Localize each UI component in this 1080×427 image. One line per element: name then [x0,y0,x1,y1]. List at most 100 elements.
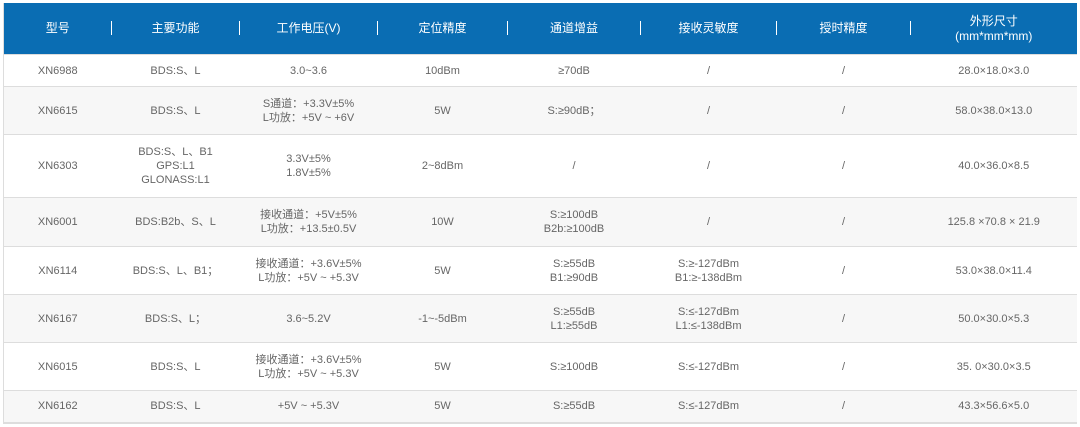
cell-sensitivity: / [640,86,777,135]
cell-text: S:≥100dB [549,209,599,221]
cell-text: S通道：+3.3V±5% [262,97,355,110]
header-timing: 授时精度 [776,3,911,55]
header-function: 主要功能 [111,3,240,55]
cell-text: L功放：+5V ~ +5.3V [258,271,359,284]
cell-text: / [841,264,846,277]
cell-text: B1:≥90dB [549,271,599,284]
cell-text: 2~8dBm [421,160,464,172]
cell-text: / [572,160,576,172]
cell-sensitivity: / [640,197,777,247]
cell-text: L功放：+5V ~ +5.3V [258,367,359,380]
header-model: 型号 [3,3,112,55]
cell-text: S:≤-127dBm [677,400,740,413]
cell-timing: / [776,246,911,295]
table-row: XN6167 BDS:S、L； 3.6~5.2V -1~-5dBm S:≥55dB L1:… [3,294,1077,343]
cell-accuracy: 5W [377,86,508,135]
cell-accuracy: 2~8dBm [377,134,508,198]
cell-size: 58.0×38.0×13.0 [910,86,1077,135]
cell-text: / [706,160,711,172]
cell-text: 1.8V±5% [286,167,331,179]
cell-text: 5W [434,360,451,373]
table-row: XN6988 BDS:S、L 3.0~3.6 10dBm ≥70dB / / 28.0×18.… [3,54,1077,87]
cell-size: 125.8 ×70.8 × 21.9 [910,197,1077,247]
header-size: 外形尺寸 (mm*mm*mm) [910,3,1077,55]
cell-text: -1~-5dBm [418,312,467,325]
cell-model: XN6114 [3,246,112,295]
cell-text: S:≥55dB [552,305,596,318]
cell-gain: S:≥100dB [507,342,641,391]
cell-text: XN6988 [37,64,78,77]
cell-text: 10W [431,216,454,228]
cell-text: / [841,160,846,172]
cell-text: 5W [434,104,451,117]
cell-voltage: 3.0~3.6 [239,54,378,87]
cell-text: BDS:S、L [150,360,201,373]
cell-voltage: 接收通道：+3.6V±5% L功放：+5V ~ +5.3V [239,342,378,391]
cell-text: S:≥55dB [552,257,596,270]
cell-gain: S:≥55dB [507,390,641,423]
cell-model: XN6015 [3,342,112,391]
cell-text: 28.0×18.0×3.0 [958,64,1030,77]
cell-timing: / [776,390,911,423]
cell-timing: / [776,54,911,87]
cell-function: BDS:S、L、B1 GPS:L1 GLONASS:L1 [111,134,240,198]
cell-text: S:≥90dB； [547,104,601,117]
cell-text: BDS:S、L、B1 [138,146,213,158]
table-row: XN6015 BDS:S、L 接收通道：+3.6V±5% L功放：+5V ~ +5.3… [3,342,1077,391]
cell-text: BDS:B2b、S、L [135,216,216,228]
header-gain: 通道增益 [507,3,641,55]
cell-text: 3.6~5.2V [286,312,331,325]
cell-text: 5W [434,400,451,413]
cell-voltage: 3.6~5.2V [239,294,378,343]
cell-text: ≥70dB [558,64,590,77]
cell-voltage: S通道：+3.3V±5% L功放：+5V ~ +6V [239,86,378,135]
table-row: XN6162 BDS:S、L +5V ~ +5.3V 5W S:≥55dB S:≤-127… [3,390,1077,423]
cell-accuracy: 5W [377,342,508,391]
cell-gain: / [507,134,641,198]
cell-text: XN6303 [37,160,78,172]
cell-text: 58.0×38.0×13.0 [955,104,1033,117]
cell-model: XN6988 [3,54,112,87]
cell-text: / [706,64,711,77]
cell-accuracy: 10dBm [377,54,508,87]
cell-timing: / [776,342,911,391]
cell-text: XN6162 [37,400,78,413]
cell-text: S:≥-127dBm [677,257,740,270]
cell-text: GLONASS:L1 [141,174,210,186]
header-accuracy: 定位精度 [377,3,508,55]
cell-text: +5V ~ +5.3V [277,400,340,413]
table-row: XN6114 BDS:S、L、B1； 接收通道：+3.6V±5% L功放：+5V ~ … [3,246,1077,295]
cell-text: S:≤-127dBm [677,360,740,373]
cell-text: L1:≤-138dBm [675,319,742,332]
table-row: XN6303 BDS:S、L、B1 GPS:L1 GLONASS:L1 3.3V±5% 1… [3,134,1077,198]
cell-gain: S:≥90dB； [507,86,641,135]
cell-text: 接收通道：+5V±5% [260,209,357,221]
cell-timing: / [776,294,911,343]
cell-text: 3.0~3.6 [289,64,327,77]
cell-text: 43.3×56.6×5.0 [958,400,1030,413]
cell-text: 50.0×30.0×5.3 [958,312,1030,325]
cell-text: / [841,104,846,117]
cell-text: 接收通道：+3.6V±5% [255,257,362,270]
cell-text: / [706,104,711,117]
cell-text: 10dBm [425,64,460,77]
cell-text: S:≥100dB [549,360,599,373]
cell-accuracy: -1~-5dBm [377,294,508,343]
cell-gain: S:≥55dB L1:≥55dB [507,294,641,343]
cell-text: L功放：+5V ~ +6V [262,111,355,124]
cell-accuracy: 10W [377,197,508,247]
cell-function: BDS:S、L、B1； [111,246,240,295]
cell-voltage: 接收通道：+3.6V±5% L功放：+5V ~ +5.3V [239,246,378,295]
cell-size: 40.0×36.0×8.5 [910,134,1077,198]
cell-text: / [841,312,846,325]
cell-text: 40.0×36.0×8.5 [958,160,1030,172]
header-voltage: 工作电压(V) [239,3,378,55]
cell-gain: S:≥55dB B1:≥90dB [507,246,641,295]
header-sensitivity: 接收灵敏度 [640,3,777,55]
cell-accuracy: 5W [377,390,508,423]
cell-text: / [841,216,846,228]
cell-sensitivity: S:≤-127dBm [640,390,777,423]
cell-voltage: 3.3V±5% 1.8V±5% [239,134,378,198]
cell-sensitivity: / [640,134,777,198]
cell-text: 3.3V±5% [286,153,331,165]
